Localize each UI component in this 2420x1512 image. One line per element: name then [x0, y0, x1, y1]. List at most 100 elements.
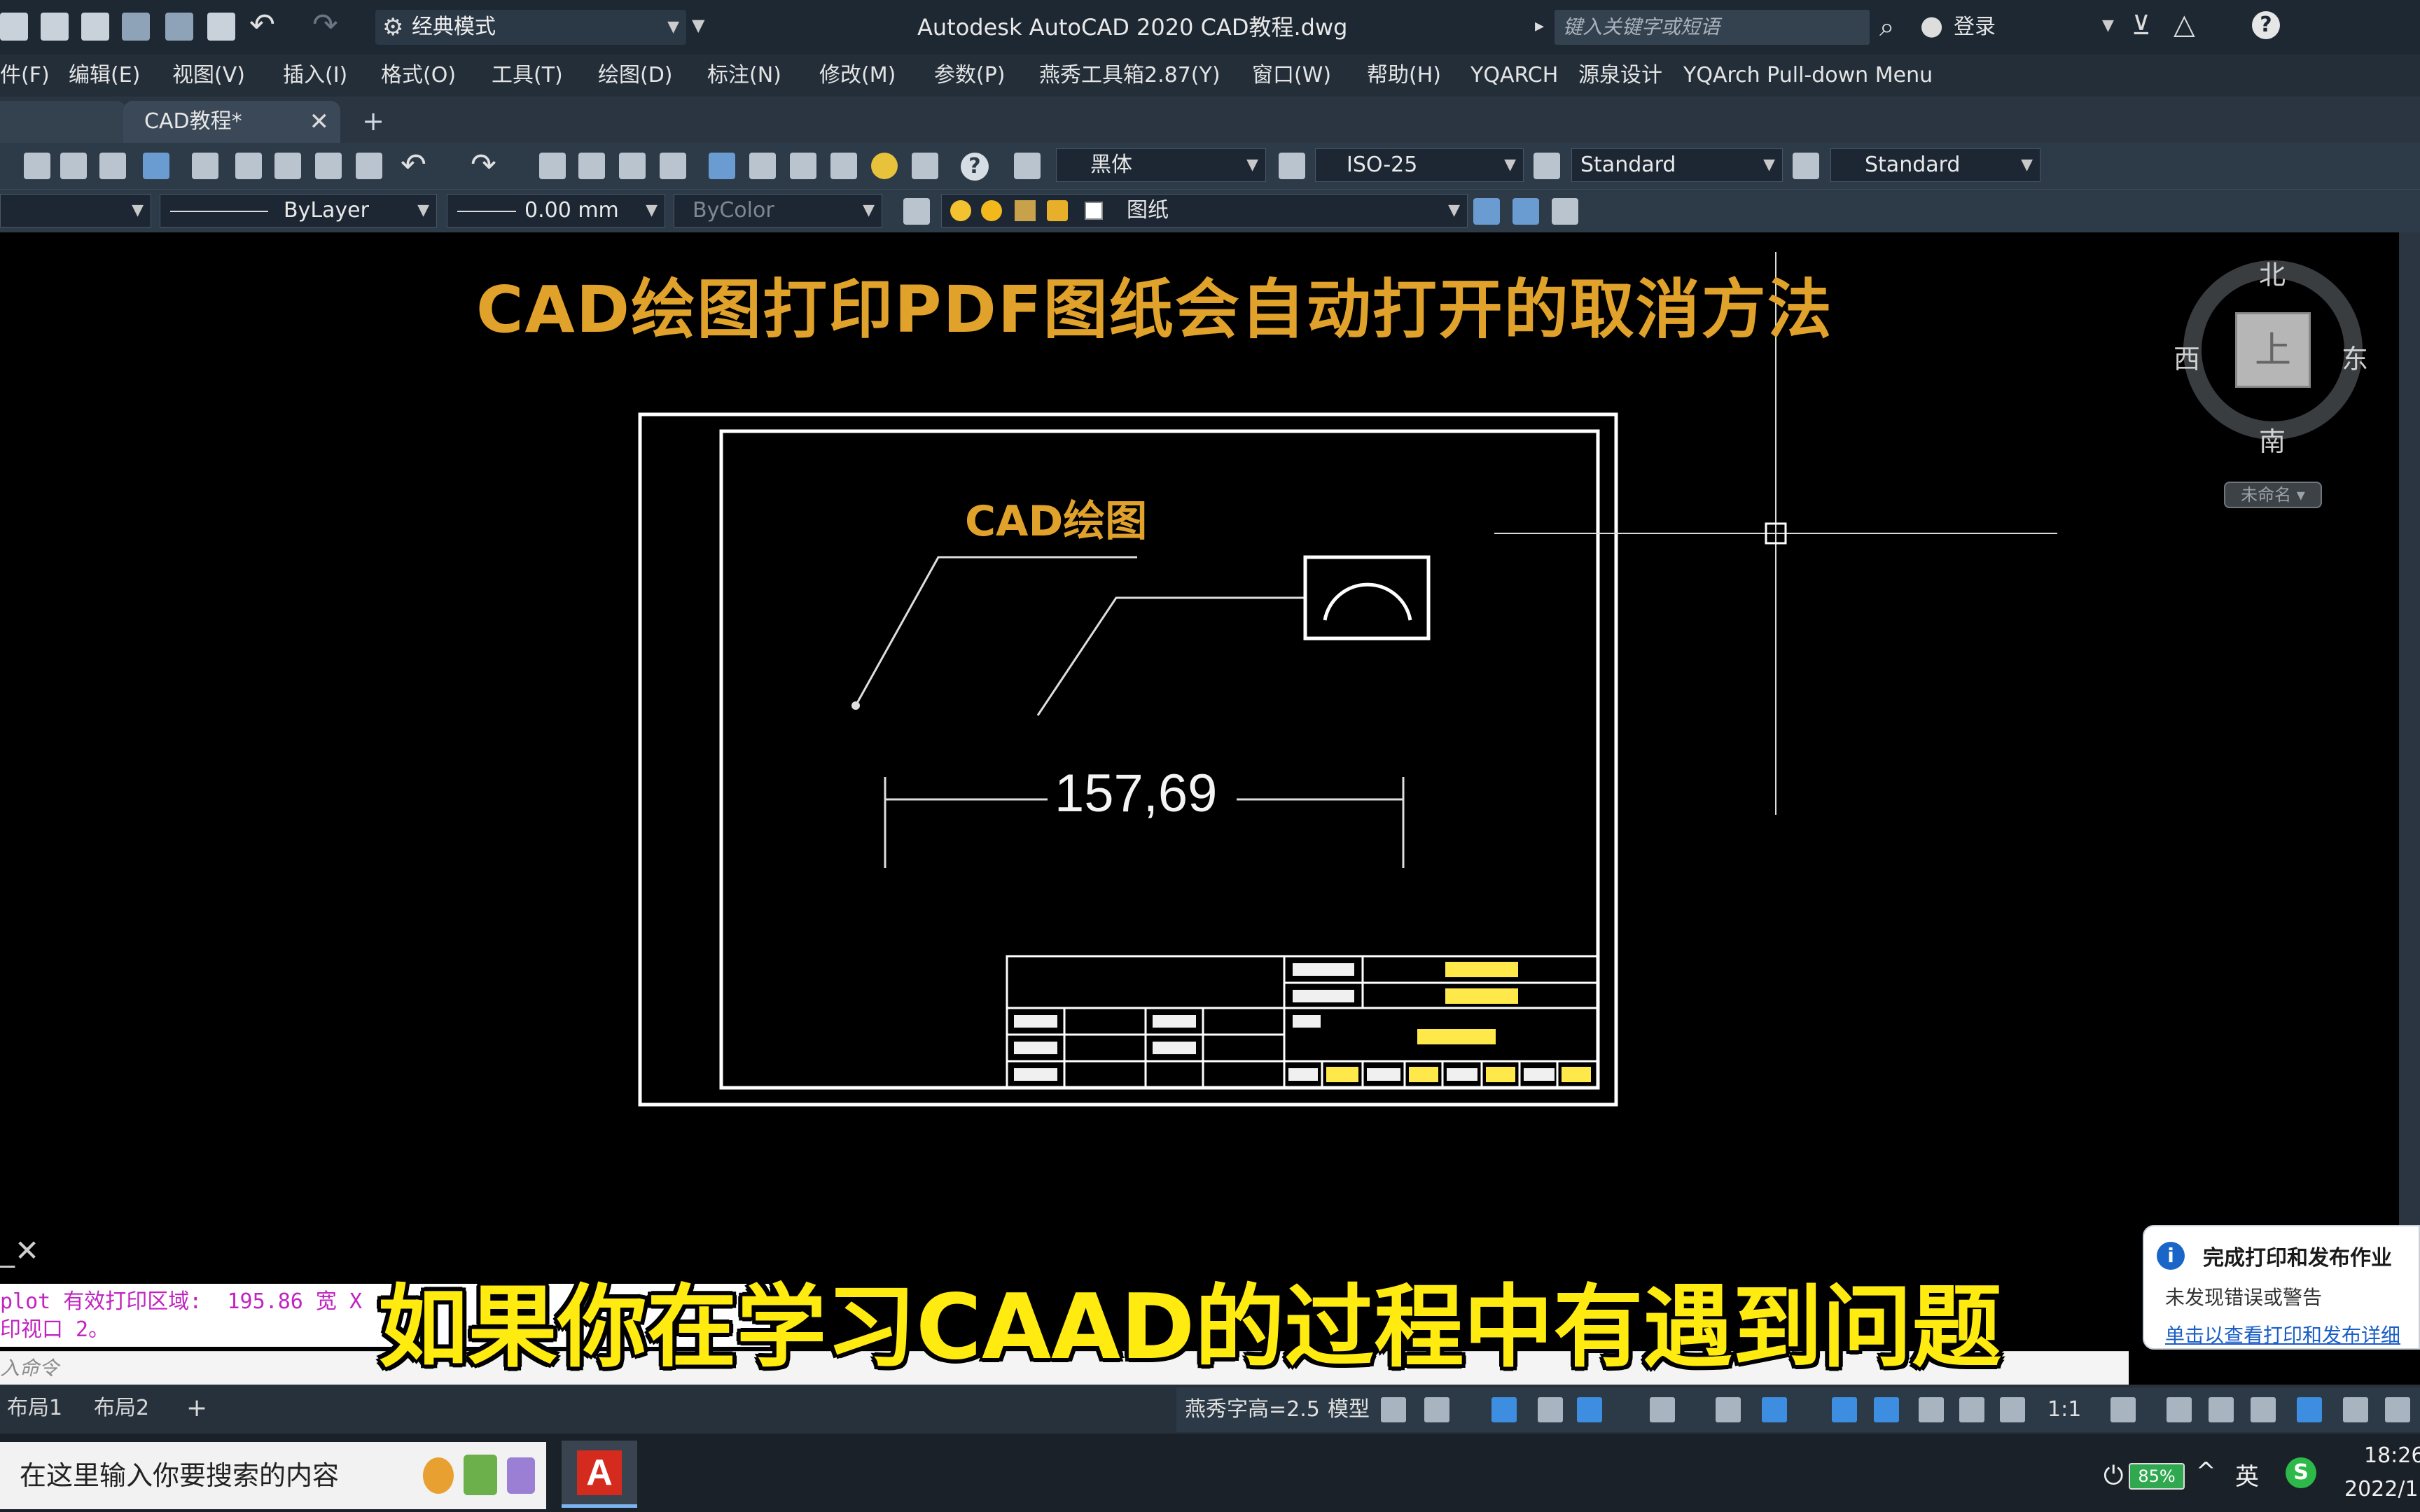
- plot-icon[interactable]: [207, 13, 235, 41]
- match-properties-icon[interactable]: [315, 153, 342, 179]
- text-style-dropdown[interactable]: 黑体 ▼: [1056, 148, 1266, 182]
- block-editor-icon[interactable]: [356, 153, 382, 179]
- quickcalc-icon[interactable]: [912, 153, 938, 179]
- binoculars-icon[interactable]: ⌕: [1879, 11, 1894, 43]
- plus-icon[interactable]: [2167, 1397, 2192, 1422]
- help-icon[interactable]: ?: [961, 153, 989, 181]
- chevron-down-icon[interactable]: ▼: [2102, 17, 2114, 34]
- viewcube-east[interactable]: 东: [2342, 337, 2368, 376]
- font-height-indicator[interactable]: 燕秀字高=2.5: [1185, 1387, 1320, 1432]
- menu-window[interactable]: 窗口(W): [1252, 55, 1331, 97]
- menu-parametric[interactable]: 参数(P): [934, 55, 1006, 97]
- add-layout-button[interactable]: +: [179, 1389, 214, 1428]
- menu-draw[interactable]: 绘图(D): [598, 55, 673, 97]
- open-web-icon[interactable]: [122, 13, 150, 41]
- undo-icon[interactable]: ↶: [401, 147, 426, 183]
- clock-time[interactable]: 18:26: [2364, 1443, 2420, 1468]
- sheet-set-icon[interactable]: [830, 153, 857, 179]
- design-center-icon[interactable]: [749, 153, 776, 179]
- redo-icon[interactable]: ↷: [312, 7, 338, 43]
- grid-icon[interactable]: [1381, 1397, 1406, 1422]
- annotation-scale-value[interactable]: 1:1: [2047, 1387, 2081, 1432]
- notification-details-link[interactable]: 单击以查看打印和发布详细: [2165, 1320, 2400, 1348]
- menu-view[interactable]: 视图(V): [172, 55, 245, 97]
- auto-scale-icon[interactable]: [1959, 1397, 1984, 1422]
- publish-icon[interactable]: [99, 153, 126, 179]
- annotation-scale-icon[interactable]: [2000, 1397, 2025, 1422]
- paste-icon[interactable]: [274, 153, 301, 179]
- ime-tray-language[interactable]: 英: [2235, 1457, 2259, 1492]
- start-tab[interactable]: [0, 101, 126, 143]
- model-space-button[interactable]: 模型: [1328, 1387, 1370, 1432]
- open-icon[interactable]: [0, 13, 28, 41]
- hardware-acceleration-icon[interactable]: [2297, 1397, 2322, 1422]
- transparency-icon[interactable]: [1874, 1397, 1899, 1422]
- menu-tools[interactable]: 工具(T): [492, 55, 563, 97]
- workspace-switch-gear-icon[interactable]: [2110, 1397, 2136, 1422]
- sogou-tray-icon[interactable]: S: [2286, 1457, 2316, 1488]
- annotation-visibility-icon[interactable]: [1919, 1397, 1944, 1422]
- clock-date[interactable]: 2022/1: [2344, 1477, 2419, 1502]
- plot-preview-icon[interactable]: [60, 153, 87, 179]
- redo-icon[interactable]: ↷: [471, 147, 496, 183]
- close-icon[interactable]: ✕: [310, 101, 330, 143]
- multileader-style-icon[interactable]: [1793, 153, 1819, 179]
- login-button[interactable]: 登录: [1954, 10, 1996, 45]
- menu-help[interactable]: 帮助(H): [1367, 55, 1441, 97]
- viewcube-top-face[interactable]: 上: [2235, 312, 2311, 388]
- dimension-style-icon[interactable]: [1279, 153, 1305, 179]
- layer-properties-icon[interactable]: [903, 198, 930, 225]
- plot-complete-notification[interactable]: i 完成打印和发布作业 未发现错误或警告 单击以查看打印和发布详细: [2143, 1225, 2420, 1350]
- menu-edit[interactable]: 编辑(E): [69, 55, 140, 97]
- save-icon[interactable]: [41, 13, 69, 41]
- tool-palettes-icon[interactable]: [790, 153, 816, 179]
- menu-insert[interactable]: 插入(I): [283, 55, 347, 97]
- windows-search-input[interactable]: 在这里输入你要搜索的内容: [0, 1442, 546, 1509]
- multileader-style-dropdown[interactable]: Standard ▼: [1830, 148, 2040, 182]
- text-style-icon[interactable]: [1014, 153, 1041, 179]
- viewcube-west[interactable]: 西: [2174, 337, 2200, 376]
- battery-indicator[interactable]: 85%: [2129, 1463, 2185, 1490]
- zoom-window-icon[interactable]: [619, 153, 646, 179]
- menu-format[interactable]: 格式(O): [381, 55, 456, 97]
- table-style-icon[interactable]: [1534, 153, 1560, 179]
- clean-screen-icon[interactable]: [2343, 1397, 2368, 1422]
- viewcube-north[interactable]: 北: [2259, 253, 2286, 292]
- dimension-style-dropdown[interactable]: ISO-25 ▼: [1315, 148, 1524, 182]
- make-current-layer-icon[interactable]: [1473, 198, 1500, 225]
- tab-layout1[interactable]: 布局1: [0, 1389, 69, 1428]
- menu-file[interactable]: 件(F): [0, 55, 50, 97]
- tray-overflow-icon[interactable]: ^: [2196, 1457, 2216, 1485]
- viewcube-south[interactable]: 南: [2259, 420, 2286, 458]
- command-line-close-icon[interactable]: _✕: [0, 1233, 56, 1268]
- isolate-objects-icon[interactable]: [2251, 1397, 2276, 1422]
- menu-dimension[interactable]: 标注(N): [707, 55, 781, 97]
- markup-icon[interactable]: [871, 153, 898, 179]
- layer-states-icon[interactable]: [1552, 198, 1578, 225]
- user-icon[interactable]: ●: [1920, 10, 1943, 41]
- properties-icon[interactable]: [709, 153, 735, 179]
- object-snap-tracking-icon[interactable]: [1716, 1397, 1741, 1422]
- menu-yqarch[interactable]: YQARCH: [1470, 55, 1558, 97]
- zoom-previous-icon[interactable]: [660, 153, 686, 179]
- layer-previous-icon[interactable]: [1512, 198, 1539, 225]
- help-icon[interactable]: ?: [2252, 11, 2280, 39]
- copy-icon[interactable]: [235, 153, 262, 179]
- wcs-menu[interactable]: 未命名 ▾: [2224, 482, 2322, 508]
- cut-icon[interactable]: [192, 153, 218, 179]
- workspace-dropdown[interactable]: ⚙ 经典模式 ▼: [375, 10, 686, 45]
- object-snap-icon[interactable]: [1762, 1397, 1787, 1422]
- save-as-icon[interactable]: [81, 13, 109, 41]
- linetype-dropdown[interactable]: ByLayer ▼: [160, 194, 437, 227]
- undo-icon[interactable]: ↶: [249, 7, 275, 43]
- cart-icon[interactable]: ⊻: [2132, 10, 2151, 41]
- navigation-bar[interactable]: [2399, 232, 2420, 1286]
- tab-cad-tutorial[interactable]: CAD教程* ✕: [123, 101, 340, 143]
- lineweight-dropdown[interactable]: 0.00 mm ▼: [447, 194, 665, 227]
- color-dropdown[interactable]: ▼: [0, 194, 151, 227]
- layer-dropdown[interactable]: 图纸 ▼: [941, 194, 1468, 227]
- customize-qat-icon[interactable]: ▼: [692, 15, 704, 35]
- menu-yqarch-pulldown[interactable]: YQArch Pull-down Menu: [1683, 55, 1933, 97]
- save-web-icon[interactable]: [165, 13, 193, 41]
- power-plug-icon[interactable]: ⏻: [2103, 1462, 2123, 1491]
